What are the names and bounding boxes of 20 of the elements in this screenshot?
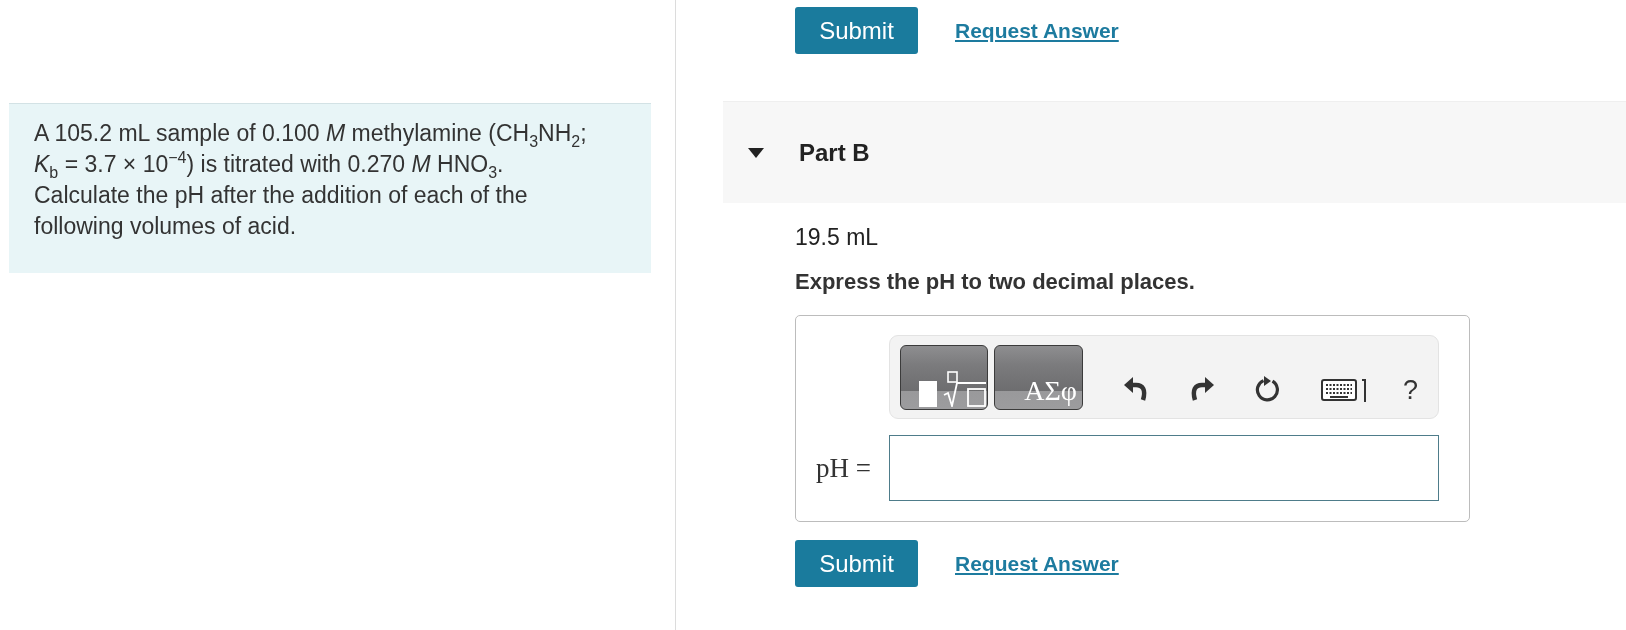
answer-label: pH =	[815, 452, 872, 484]
templates-button[interactable]	[900, 345, 988, 410]
problem-statement: A 105.2 mL sample of 0.100 M methylamine (CH$_{3}$NH$_{2}$; K$_{b}$ = 3.7 × 10$^{−4}$) is titrated with 0.270 M HNO$_{3}$. Calculate the pH after the addition of each of the following volumes of acid.	[9, 103, 651, 273]
help-button[interactable]: ?	[1403, 376, 1419, 404]
redo-icon[interactable]	[1189, 376, 1215, 402]
request-answer-link[interactable]: Request Answer	[955, 551, 1119, 576]
given-volume: 19.5 mL	[795, 224, 880, 250]
caret-icon[interactable]	[748, 147, 764, 158]
part-title: Part B	[799, 138, 870, 167]
submit-button[interactable]: Submit	[795, 7, 918, 54]
answer-field[interactable]	[889, 435, 1439, 501]
keyboard-icon[interactable]	[1321, 376, 1369, 402]
part-header-band[interactable]: Part B	[723, 101, 1626, 203]
square-root-template-icon	[919, 371, 987, 407]
symbols-button[interactable]: ΑΣφ	[994, 345, 1083, 410]
reset-icon[interactable]	[1255, 376, 1281, 402]
instruction-text: Express the pH to two decimal places.	[795, 269, 1196, 295]
undo-icon[interactable]	[1123, 376, 1149, 402]
request-answer-link[interactable]: Request Answer	[955, 18, 1119, 43]
submit-button[interactable]: Submit	[795, 540, 918, 587]
